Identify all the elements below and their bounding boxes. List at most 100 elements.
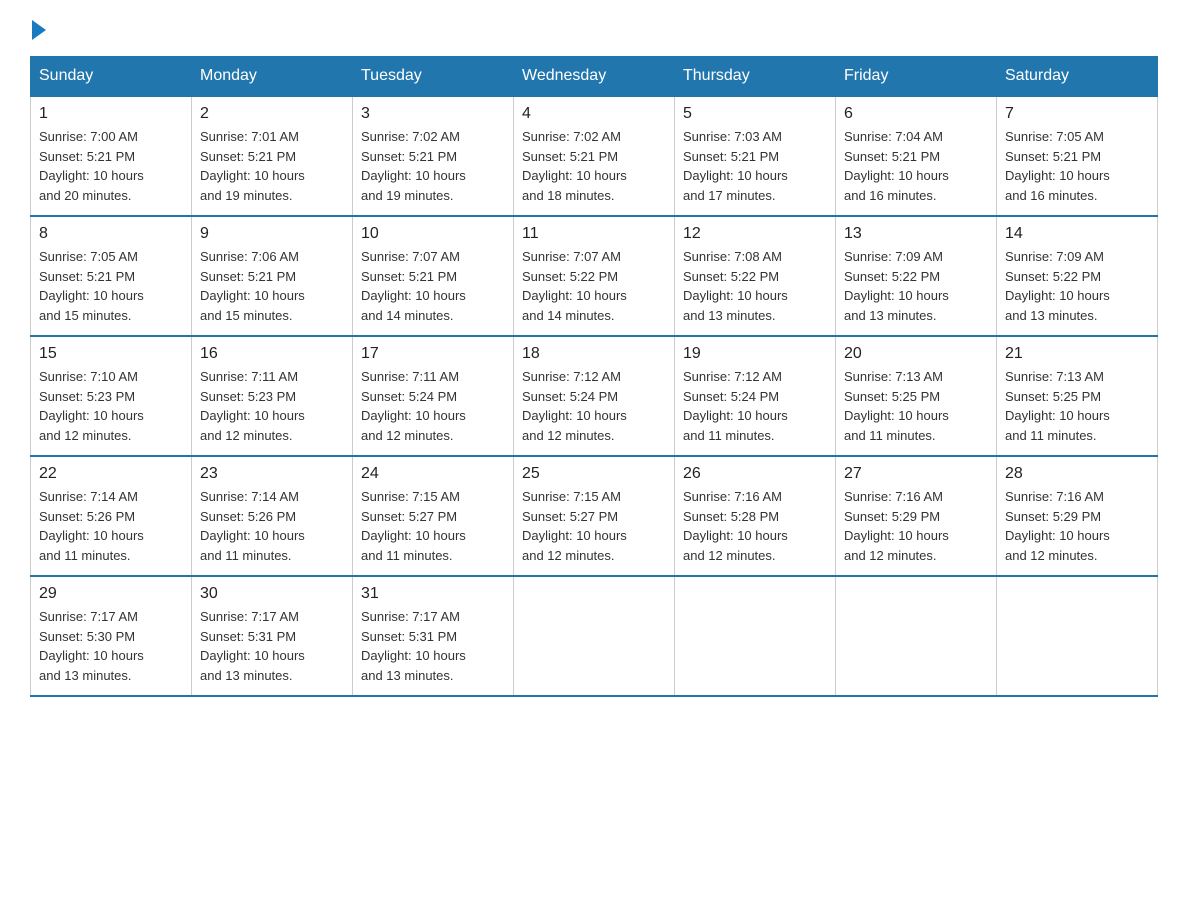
day-number: 17	[361, 345, 505, 363]
day-number: 9	[200, 225, 344, 243]
calendar-cell: 8 Sunrise: 7:05 AMSunset: 5:21 PMDayligh…	[31, 216, 192, 336]
calendar-cell: 13 Sunrise: 7:09 AMSunset: 5:22 PMDaylig…	[836, 216, 997, 336]
calendar-cell: 22 Sunrise: 7:14 AMSunset: 5:26 PMDaylig…	[31, 456, 192, 576]
calendar-table: SundayMondayTuesdayWednesdayThursdayFrid…	[30, 56, 1158, 697]
calendar-cell: 12 Sunrise: 7:08 AMSunset: 5:22 PMDaylig…	[675, 216, 836, 336]
calendar-cell: 17 Sunrise: 7:11 AMSunset: 5:24 PMDaylig…	[353, 336, 514, 456]
day-number: 1	[39, 105, 183, 123]
week-row-5: 29 Sunrise: 7:17 AMSunset: 5:30 PMDaylig…	[31, 576, 1158, 696]
day-number: 18	[522, 345, 666, 363]
calendar-cell: 1 Sunrise: 7:00 AMSunset: 5:21 PMDayligh…	[31, 96, 192, 216]
calendar-cell: 5 Sunrise: 7:03 AMSunset: 5:21 PMDayligh…	[675, 96, 836, 216]
day-number: 25	[522, 465, 666, 483]
calendar-header: SundayMondayTuesdayWednesdayThursdayFrid…	[31, 57, 1158, 97]
day-number: 12	[683, 225, 827, 243]
day-number: 21	[1005, 345, 1149, 363]
day-number: 13	[844, 225, 988, 243]
page-header	[30, 20, 1158, 38]
calendar-cell: 24 Sunrise: 7:15 AMSunset: 5:27 PMDaylig…	[353, 456, 514, 576]
day-info: Sunrise: 7:17 AMSunset: 5:30 PMDaylight:…	[39, 609, 144, 683]
calendar-cell: 11 Sunrise: 7:07 AMSunset: 5:22 PMDaylig…	[514, 216, 675, 336]
day-info: Sunrise: 7:16 AMSunset: 5:28 PMDaylight:…	[683, 489, 788, 563]
week-row-4: 22 Sunrise: 7:14 AMSunset: 5:26 PMDaylig…	[31, 456, 1158, 576]
day-info: Sunrise: 7:11 AMSunset: 5:23 PMDaylight:…	[200, 369, 305, 443]
calendar-cell: 18 Sunrise: 7:12 AMSunset: 5:24 PMDaylig…	[514, 336, 675, 456]
day-number: 2	[200, 105, 344, 123]
calendar-cell	[514, 576, 675, 696]
day-info: Sunrise: 7:03 AMSunset: 5:21 PMDaylight:…	[683, 129, 788, 203]
day-number: 23	[200, 465, 344, 483]
day-info: Sunrise: 7:04 AMSunset: 5:21 PMDaylight:…	[844, 129, 949, 203]
day-number: 20	[844, 345, 988, 363]
calendar-cell: 19 Sunrise: 7:12 AMSunset: 5:24 PMDaylig…	[675, 336, 836, 456]
calendar-cell: 20 Sunrise: 7:13 AMSunset: 5:25 PMDaylig…	[836, 336, 997, 456]
day-number: 14	[1005, 225, 1149, 243]
day-number: 30	[200, 585, 344, 603]
week-row-2: 8 Sunrise: 7:05 AMSunset: 5:21 PMDayligh…	[31, 216, 1158, 336]
calendar-cell: 9 Sunrise: 7:06 AMSunset: 5:21 PMDayligh…	[192, 216, 353, 336]
calendar-cell: 31 Sunrise: 7:17 AMSunset: 5:31 PMDaylig…	[353, 576, 514, 696]
day-info: Sunrise: 7:16 AMSunset: 5:29 PMDaylight:…	[1005, 489, 1110, 563]
header-cell-monday: Monday	[192, 57, 353, 97]
day-info: Sunrise: 7:11 AMSunset: 5:24 PMDaylight:…	[361, 369, 466, 443]
header-cell-thursday: Thursday	[675, 57, 836, 97]
calendar-cell: 23 Sunrise: 7:14 AMSunset: 5:26 PMDaylig…	[192, 456, 353, 576]
day-info: Sunrise: 7:14 AMSunset: 5:26 PMDaylight:…	[200, 489, 305, 563]
header-cell-saturday: Saturday	[997, 57, 1158, 97]
week-row-1: 1 Sunrise: 7:00 AMSunset: 5:21 PMDayligh…	[31, 96, 1158, 216]
header-cell-tuesday: Tuesday	[353, 57, 514, 97]
header-cell-sunday: Sunday	[31, 57, 192, 97]
calendar-body: 1 Sunrise: 7:00 AMSunset: 5:21 PMDayligh…	[31, 96, 1158, 696]
day-info: Sunrise: 7:01 AMSunset: 5:21 PMDaylight:…	[200, 129, 305, 203]
day-info: Sunrise: 7:07 AMSunset: 5:21 PMDaylight:…	[361, 249, 466, 323]
day-number: 26	[683, 465, 827, 483]
day-info: Sunrise: 7:06 AMSunset: 5:21 PMDaylight:…	[200, 249, 305, 323]
day-number: 29	[39, 585, 183, 603]
calendar-cell	[997, 576, 1158, 696]
header-row: SundayMondayTuesdayWednesdayThursdayFrid…	[31, 57, 1158, 97]
calendar-cell: 16 Sunrise: 7:11 AMSunset: 5:23 PMDaylig…	[192, 336, 353, 456]
day-number: 15	[39, 345, 183, 363]
day-number: 5	[683, 105, 827, 123]
calendar-cell: 15 Sunrise: 7:10 AMSunset: 5:23 PMDaylig…	[31, 336, 192, 456]
day-info: Sunrise: 7:17 AMSunset: 5:31 PMDaylight:…	[361, 609, 466, 683]
calendar-cell: 27 Sunrise: 7:16 AMSunset: 5:29 PMDaylig…	[836, 456, 997, 576]
day-info: Sunrise: 7:09 AMSunset: 5:22 PMDaylight:…	[1005, 249, 1110, 323]
calendar-cell: 6 Sunrise: 7:04 AMSunset: 5:21 PMDayligh…	[836, 96, 997, 216]
day-info: Sunrise: 7:02 AMSunset: 5:21 PMDaylight:…	[361, 129, 466, 203]
day-info: Sunrise: 7:13 AMSunset: 5:25 PMDaylight:…	[844, 369, 949, 443]
day-info: Sunrise: 7:14 AMSunset: 5:26 PMDaylight:…	[39, 489, 144, 563]
calendar-cell: 29 Sunrise: 7:17 AMSunset: 5:30 PMDaylig…	[31, 576, 192, 696]
calendar-cell: 10 Sunrise: 7:07 AMSunset: 5:21 PMDaylig…	[353, 216, 514, 336]
day-info: Sunrise: 7:16 AMSunset: 5:29 PMDaylight:…	[844, 489, 949, 563]
day-number: 11	[522, 225, 666, 243]
day-number: 8	[39, 225, 183, 243]
day-info: Sunrise: 7:12 AMSunset: 5:24 PMDaylight:…	[683, 369, 788, 443]
header-cell-wednesday: Wednesday	[514, 57, 675, 97]
calendar-cell: 3 Sunrise: 7:02 AMSunset: 5:21 PMDayligh…	[353, 96, 514, 216]
day-number: 10	[361, 225, 505, 243]
day-number: 7	[1005, 105, 1149, 123]
calendar-cell	[675, 576, 836, 696]
day-number: 28	[1005, 465, 1149, 483]
day-info: Sunrise: 7:15 AMSunset: 5:27 PMDaylight:…	[361, 489, 466, 563]
day-info: Sunrise: 7:02 AMSunset: 5:21 PMDaylight:…	[522, 129, 627, 203]
day-info: Sunrise: 7:07 AMSunset: 5:22 PMDaylight:…	[522, 249, 627, 323]
calendar-cell: 28 Sunrise: 7:16 AMSunset: 5:29 PMDaylig…	[997, 456, 1158, 576]
calendar-cell: 21 Sunrise: 7:13 AMSunset: 5:25 PMDaylig…	[997, 336, 1158, 456]
calendar-cell: 25 Sunrise: 7:15 AMSunset: 5:27 PMDaylig…	[514, 456, 675, 576]
logo	[30, 20, 46, 38]
calendar-cell: 2 Sunrise: 7:01 AMSunset: 5:21 PMDayligh…	[192, 96, 353, 216]
header-cell-friday: Friday	[836, 57, 997, 97]
day-info: Sunrise: 7:15 AMSunset: 5:27 PMDaylight:…	[522, 489, 627, 563]
day-number: 4	[522, 105, 666, 123]
day-info: Sunrise: 7:08 AMSunset: 5:22 PMDaylight:…	[683, 249, 788, 323]
day-number: 27	[844, 465, 988, 483]
day-number: 31	[361, 585, 505, 603]
day-number: 3	[361, 105, 505, 123]
day-number: 19	[683, 345, 827, 363]
day-number: 24	[361, 465, 505, 483]
calendar-cell: 4 Sunrise: 7:02 AMSunset: 5:21 PMDayligh…	[514, 96, 675, 216]
calendar-cell: 7 Sunrise: 7:05 AMSunset: 5:21 PMDayligh…	[997, 96, 1158, 216]
day-info: Sunrise: 7:13 AMSunset: 5:25 PMDaylight:…	[1005, 369, 1110, 443]
